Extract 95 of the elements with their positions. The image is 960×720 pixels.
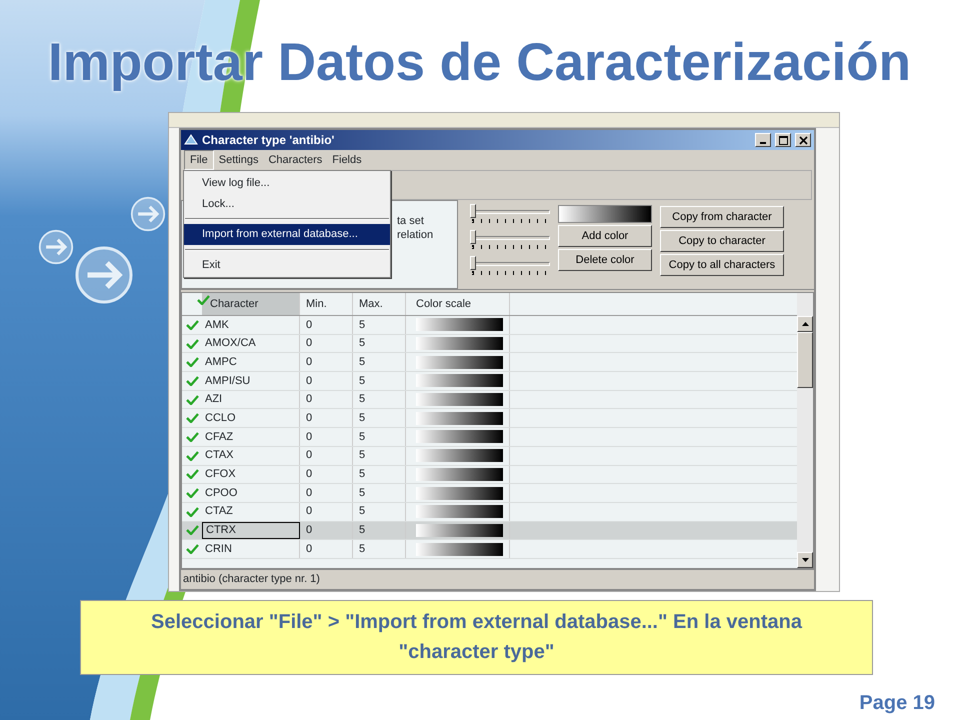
table-row[interactable]: CTAX 0 5: [182, 446, 797, 466]
table-cell: 5: [353, 353, 406, 372]
color-button[interactable]: Delete color: [558, 249, 652, 271]
table-cell: AZI: [202, 390, 300, 408]
slider-thumb[interactable]: [470, 230, 476, 244]
menu-item[interactable]: Characters: [263, 150, 328, 170]
slider[interactable]: [470, 256, 550, 278]
scroll-thumb[interactable]: [797, 332, 813, 388]
color-button[interactable]: Add color: [558, 225, 652, 247]
table-cell: 0: [300, 522, 353, 540]
table-cell: 0: [300, 502, 353, 521]
slider-thumb[interactable]: [470, 256, 476, 270]
table-cell: 5: [353, 409, 406, 428]
column-header[interactable]: Min.: [300, 293, 353, 315]
caption-text: Seleccionar "File" > "Import from external database..." En la ventana "character type": [80, 600, 873, 675]
table-cell: CTRX: [202, 522, 300, 540]
table-cell: 5: [353, 502, 406, 521]
minimize-button[interactable]: [755, 133, 771, 147]
app-icon: [184, 134, 198, 146]
table-cell: 5: [353, 540, 406, 558]
close-button[interactable]: [795, 133, 811, 147]
table-cell: 0: [300, 353, 353, 372]
slider-thumb[interactable]: [470, 204, 476, 218]
maximize-icon: [778, 136, 788, 144]
table-row[interactable]: CFAZ 0 5: [182, 428, 797, 447]
arrow-circle-icon: [130, 196, 166, 232]
scrollbar[interactable]: [797, 293, 813, 568]
table-cell: 0: [300, 372, 353, 390]
table-cell: CRIN: [202, 540, 300, 558]
table-cell: AMK: [202, 316, 300, 334]
column-header[interactable]: Color scale: [406, 293, 510, 315]
table-cell: 5: [353, 446, 406, 464]
maximize-button[interactable]: [775, 133, 791, 147]
copy-button[interactable]: Copy from character: [660, 206, 784, 228]
menu-item[interactable]: File: [184, 150, 214, 170]
table-cell: 0: [300, 540, 353, 558]
table-cell: CTAX: [202, 446, 300, 464]
table-cell: 0: [300, 409, 353, 428]
table-cell: CTAZ: [202, 502, 300, 521]
table-row[interactable]: CRIN 0 5: [182, 540, 797, 559]
table-cell: CFAZ: [202, 428, 300, 446]
table-cell: 5: [353, 428, 406, 446]
menu-item[interactable]: View log file...: [184, 173, 390, 194]
column-header[interactable]: Max.: [353, 293, 406, 315]
menu-item[interactable]: Import from external database...: [184, 224, 390, 244]
menu-item[interactable]: Lock...: [184, 194, 390, 214]
scroll-down-button[interactable]: [797, 552, 813, 568]
table-cell: AMPC: [202, 353, 300, 372]
window-title: Character type 'antibio': [202, 132, 336, 149]
table-cell: 5: [353, 316, 406, 334]
table-cell: 0: [300, 446, 353, 464]
scroll-up-button[interactable]: [797, 316, 813, 332]
table-cell: 0: [300, 466, 353, 484]
status-bar: antibio (character type nr. 1): [181, 569, 814, 589]
table-cell: 0: [300, 390, 353, 408]
option-label: ta set: [397, 214, 424, 229]
table-cell: 5: [353, 522, 406, 540]
table-cell: AMPI/SU: [202, 372, 300, 390]
table-cell: 5: [353, 390, 406, 408]
table-cell: 5: [353, 466, 406, 484]
close-icon: [798, 136, 808, 144]
table-row[interactable]: CTRX 0 5: [182, 522, 797, 540]
table-row[interactable]: AZI 0 5: [182, 390, 797, 410]
up-triangle-icon: [802, 322, 808, 326]
table-cell: 5: [353, 334, 406, 352]
down-triangle-icon: [802, 558, 808, 562]
menu-item[interactable]: Fields: [327, 150, 367, 170]
minimize-icon: [760, 142, 766, 144]
table-cell: AMOX/CA: [202, 334, 300, 352]
table-row[interactable]: AMOX/CA 0 5: [182, 334, 797, 354]
copy-button[interactable]: Copy to all characters: [660, 254, 784, 276]
table-cell: CPOO: [202, 484, 300, 502]
table-row[interactable]: CFOX 0 5: [182, 466, 797, 484]
menu-item[interactable]: Exit: [184, 254, 390, 275]
table-cell: 0: [300, 334, 353, 352]
table-row[interactable]: AMPC 0 5: [182, 353, 797, 372]
table-row[interactable]: AMPI/SU 0 5: [182, 372, 797, 391]
slider[interactable]: [470, 230, 550, 252]
table-cell: 0: [300, 316, 353, 334]
copy-button[interactable]: Copy to character: [660, 230, 784, 252]
table-cell: 0: [300, 428, 353, 446]
table-row[interactable]: AMK 0 5: [182, 316, 797, 335]
table-row[interactable]: CPOO 0 5: [182, 484, 797, 503]
table-cell: 5: [353, 484, 406, 502]
sort-check-icon: [197, 295, 210, 305]
column-header-text: Character: [210, 296, 258, 312]
table-cell: 5: [353, 372, 406, 390]
table-row[interactable]: CCLO 0 5: [182, 409, 797, 428]
table-cell: CFOX: [202, 466, 300, 484]
menu-item[interactable]: Settings: [214, 150, 264, 170]
table-cell: 0: [300, 484, 353, 502]
page-number: Page 19: [858, 691, 935, 716]
table-cell: CCLO: [202, 409, 300, 428]
slider[interactable]: [470, 204, 550, 226]
option-label: relation: [397, 228, 434, 243]
